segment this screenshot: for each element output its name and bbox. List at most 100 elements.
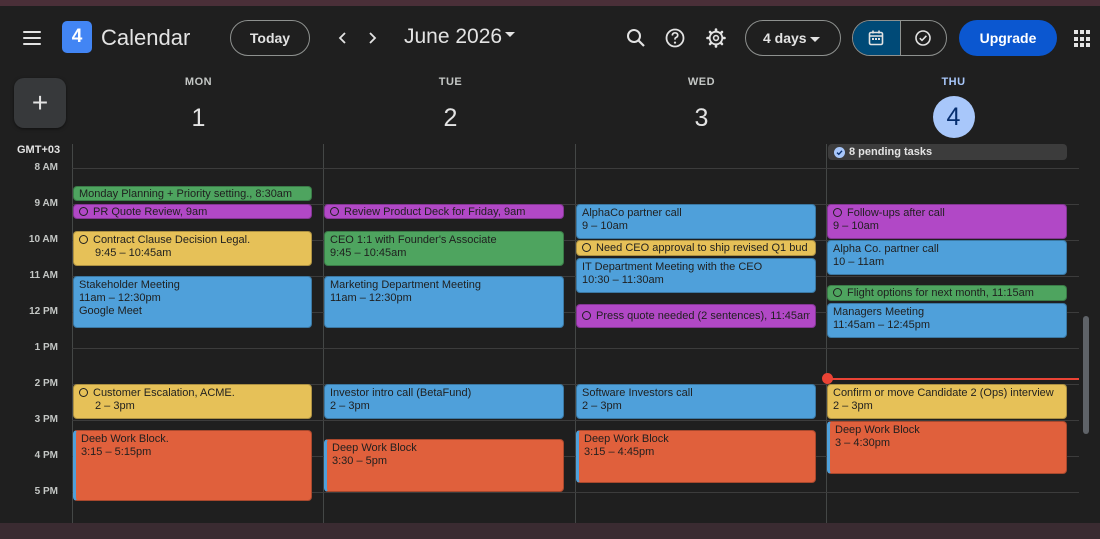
event-chip[interactable]: Deep Work Block 3:15 – 4:45pm bbox=[576, 430, 816, 483]
event-time: 9:45 – 10:45am bbox=[95, 247, 172, 259]
hour-label: 9 AM bbox=[34, 198, 58, 209]
hour-line bbox=[72, 348, 1079, 349]
event-title: Managers Meeting bbox=[833, 306, 925, 318]
calendar-logo: 4 bbox=[62, 21, 92, 53]
window-bottom-strip bbox=[0, 523, 1100, 539]
event-chip[interactable]: Confirm or move Candidate 2 (Ops) interv… bbox=[827, 384, 1067, 419]
event-chip[interactable]: IT Department Meeting with the CEO 10:30… bbox=[576, 258, 816, 293]
hour-label: 11 AM bbox=[29, 270, 58, 281]
task-chip[interactable]: Follow-ups after call 9 – 10am bbox=[827, 204, 1067, 239]
event-time: 11am – 12:30pm bbox=[79, 292, 161, 304]
event-chip[interactable]: Software Investors call 2 – 3pm bbox=[576, 384, 816, 419]
month-label[interactable]: June 2026 bbox=[404, 25, 502, 49]
event-title: Alpha Co. partner call bbox=[833, 243, 939, 255]
search-icon[interactable] bbox=[623, 25, 649, 51]
task-chip[interactable]: Flight options for next month, 11:15am bbox=[827, 285, 1067, 301]
event-title: Monday Planning + Priority setting., 8:3… bbox=[79, 188, 293, 200]
day-number[interactable]: 3 bbox=[576, 98, 827, 138]
event-title: CEO 1:1 with Founder's Associate bbox=[330, 234, 497, 246]
menu-icon[interactable] bbox=[18, 24, 46, 52]
day-header-wed[interactable]: WED 3 bbox=[576, 76, 827, 138]
day-of-week: TUE bbox=[438, 76, 463, 88]
pending-tasks-chip[interactable]: 8 pending tasks bbox=[828, 144, 1067, 160]
event-time: 10 – 11am bbox=[833, 256, 885, 268]
event-chip[interactable]: Deep Work Block 3:30 – 5pm bbox=[324, 439, 564, 492]
day-number-today[interactable]: 4 bbox=[932, 96, 975, 138]
event-title: AlphaCo partner call bbox=[582, 207, 682, 219]
today-button[interactable]: Today bbox=[230, 20, 310, 56]
day-header-thu[interactable]: THU 4 bbox=[828, 76, 1079, 138]
create-event-button[interactable]: + bbox=[14, 78, 66, 128]
day-number[interactable]: 1 bbox=[73, 98, 324, 138]
day-header-mon[interactable]: MON 1 bbox=[73, 76, 324, 138]
event-title: Investor intro call (BetaFund) bbox=[330, 387, 472, 399]
task-title: PR Quote Review, 9am bbox=[93, 206, 208, 218]
task-circle-icon bbox=[79, 388, 88, 397]
event-time: 10:30 – 11:30am bbox=[582, 274, 664, 286]
task-circle-icon bbox=[79, 235, 88, 244]
event-chip[interactable]: AlphaCo partner call 9 – 10am bbox=[576, 204, 816, 239]
view-selector[interactable]: 4 days bbox=[745, 20, 841, 56]
event-chip[interactable]: Managers Meeting 11:45am – 12:45pm bbox=[827, 303, 1067, 338]
event-title: Stakeholder Meeting bbox=[79, 279, 180, 291]
grid-scrollbar[interactable] bbox=[1083, 316, 1089, 434]
event-chip[interactable]: Alpha Co. partner call 10 – 11am bbox=[827, 240, 1067, 275]
pending-tasks-label: 8 pending tasks bbox=[849, 146, 933, 158]
event-chip[interactable]: Deeb Work Block. 3:15 – 5:15pm bbox=[73, 430, 312, 501]
upgrade-button[interactable]: Upgrade bbox=[959, 20, 1057, 56]
task-circle-icon bbox=[833, 208, 842, 217]
event-chip[interactable]: Marketing Department Meeting 11am – 12:3… bbox=[324, 276, 564, 328]
hour-label: 4 PM bbox=[34, 450, 58, 461]
help-icon[interactable] bbox=[662, 25, 688, 51]
task-chip[interactable]: Need CEO approval to ship revised Q1 bud bbox=[576, 240, 816, 256]
gear-icon[interactable] bbox=[703, 25, 729, 51]
day-header-tue[interactable]: TUE 2 bbox=[325, 76, 576, 138]
event-title: Deep Work Block bbox=[332, 442, 417, 454]
calendar-icon bbox=[868, 30, 884, 46]
task-chip[interactable]: Review Product Deck for Friday, 9am bbox=[324, 204, 564, 219]
top-bar: 4 Calendar Today June 2026 4 days Upgrad… bbox=[0, 6, 1100, 70]
event-chip[interactable]: Stakeholder Meeting 11am – 12:30pm Googl… bbox=[73, 276, 312, 328]
hour-label: 5 PM bbox=[34, 486, 58, 497]
task-title: Need CEO approval to ship revised Q1 bud bbox=[596, 242, 808, 254]
event-title: Confirm or move Candidate 2 (Ops) interv… bbox=[833, 387, 1054, 399]
apps-grid-icon[interactable] bbox=[1074, 30, 1092, 48]
event-chip[interactable]: Investor intro call (BetaFund) 2 – 3pm bbox=[324, 384, 564, 419]
task-chip[interactable]: Contract Clause Decision Legal. 9:45 – 1… bbox=[73, 231, 312, 266]
event-time: 9 – 10am bbox=[833, 220, 879, 232]
event-time: 2 – 3pm bbox=[833, 400, 873, 412]
hour-label: 3 PM bbox=[34, 414, 58, 425]
timezone-label: GMT+03 bbox=[17, 144, 61, 156]
chevron-left-icon bbox=[338, 32, 346, 44]
tasks-view-toggle[interactable] bbox=[899, 21, 947, 55]
day-of-week: THU bbox=[941, 76, 966, 88]
task-chip[interactable]: PR Quote Review, 9am bbox=[73, 204, 312, 219]
chevron-down-icon bbox=[810, 37, 820, 42]
event-time: 3 – 4:30pm bbox=[835, 437, 891, 449]
task-circle-icon bbox=[79, 207, 88, 216]
event-chip[interactable]: Deep Work Block 3 – 4:30pm bbox=[827, 421, 1067, 474]
task-circle-icon bbox=[330, 207, 339, 216]
task-circle-icon bbox=[582, 311, 591, 320]
prev-period-button[interactable] bbox=[332, 27, 354, 49]
current-time-line bbox=[828, 378, 1079, 380]
next-period-button[interactable] bbox=[361, 27, 383, 49]
event-chip[interactable]: CEO 1:1 with Founder's Associate 9:45 – … bbox=[324, 231, 564, 266]
task-title: Flight options for next month, 11:15am bbox=[847, 287, 1034, 299]
hour-label: 8 AM bbox=[34, 162, 58, 173]
tasks-check-icon bbox=[915, 30, 932, 46]
calendar-view-toggle[interactable] bbox=[853, 21, 900, 55]
task-chip[interactable]: Press quote needed (2 sentences), 11:45a… bbox=[576, 304, 816, 328]
task-title: Customer Escalation, ACME. bbox=[93, 387, 235, 399]
hour-label: 1 PM bbox=[34, 342, 58, 353]
task-title: Review Product Deck for Friday, 9am bbox=[344, 206, 526, 218]
day-number[interactable]: 2 bbox=[325, 98, 576, 138]
chevron-down-icon[interactable] bbox=[505, 32, 515, 37]
hour-label: 12 PM bbox=[29, 306, 58, 317]
task-chip[interactable]: Customer Escalation, ACME. 2 – 3pm bbox=[73, 384, 312, 419]
day-of-week: WED bbox=[687, 76, 716, 88]
task-title: Press quote needed (2 sentences), 11:45a… bbox=[596, 310, 810, 322]
app-title: Calendar bbox=[101, 25, 191, 50]
event-chip[interactable]: Monday Planning + Priority setting., 8:3… bbox=[73, 186, 312, 201]
view-selector-label: 4 days bbox=[763, 30, 807, 46]
